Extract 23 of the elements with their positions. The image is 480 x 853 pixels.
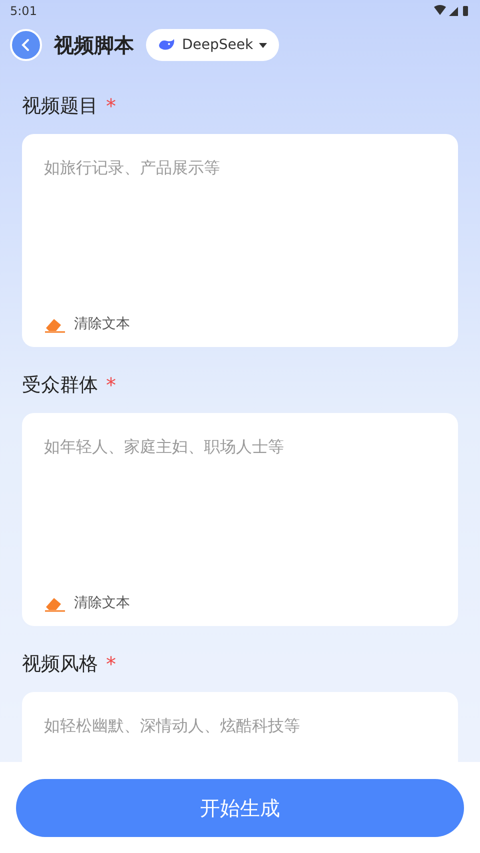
placeholder-text: 如轻松幽默、深情动人、炫酷科技等 [44, 715, 301, 737]
page-title: 视频脚本 [54, 32, 134, 59]
text-area[interactable]: 如年轻人、家庭主妇、职场人士等 清除文本 [22, 413, 458, 626]
back-button[interactable] [10, 29, 42, 61]
eraser-icon [44, 596, 66, 612]
status-icons [434, 5, 470, 17]
field-label: 受众群体 [22, 372, 98, 398]
field-label: 视频题目 [22, 94, 98, 119]
clear-text-button[interactable]: 清除文本 [44, 314, 130, 335]
model-selector[interactable]: DeepSeek [146, 29, 280, 61]
text-area[interactable]: 如旅行记录、产品展示等 清除文本 [22, 134, 458, 347]
placeholder-text: 如旅行记录、产品展示等 [44, 157, 221, 179]
required-mark: * [106, 651, 116, 678]
required-mark: * [106, 93, 116, 120]
field-label: 视频风格 [22, 652, 98, 677]
required-mark: * [106, 372, 116, 399]
whale-icon [158, 38, 176, 52]
back-icon [20, 38, 32, 52]
status-time: 5:01 [10, 3, 37, 20]
eraser-icon [44, 316, 66, 332]
placeholder-text: 如年轻人、家庭主妇、职场人士等 [44, 436, 285, 458]
dropdown-caret-icon [259, 42, 268, 48]
clear-text-button[interactable]: 清除文本 [44, 593, 130, 614]
